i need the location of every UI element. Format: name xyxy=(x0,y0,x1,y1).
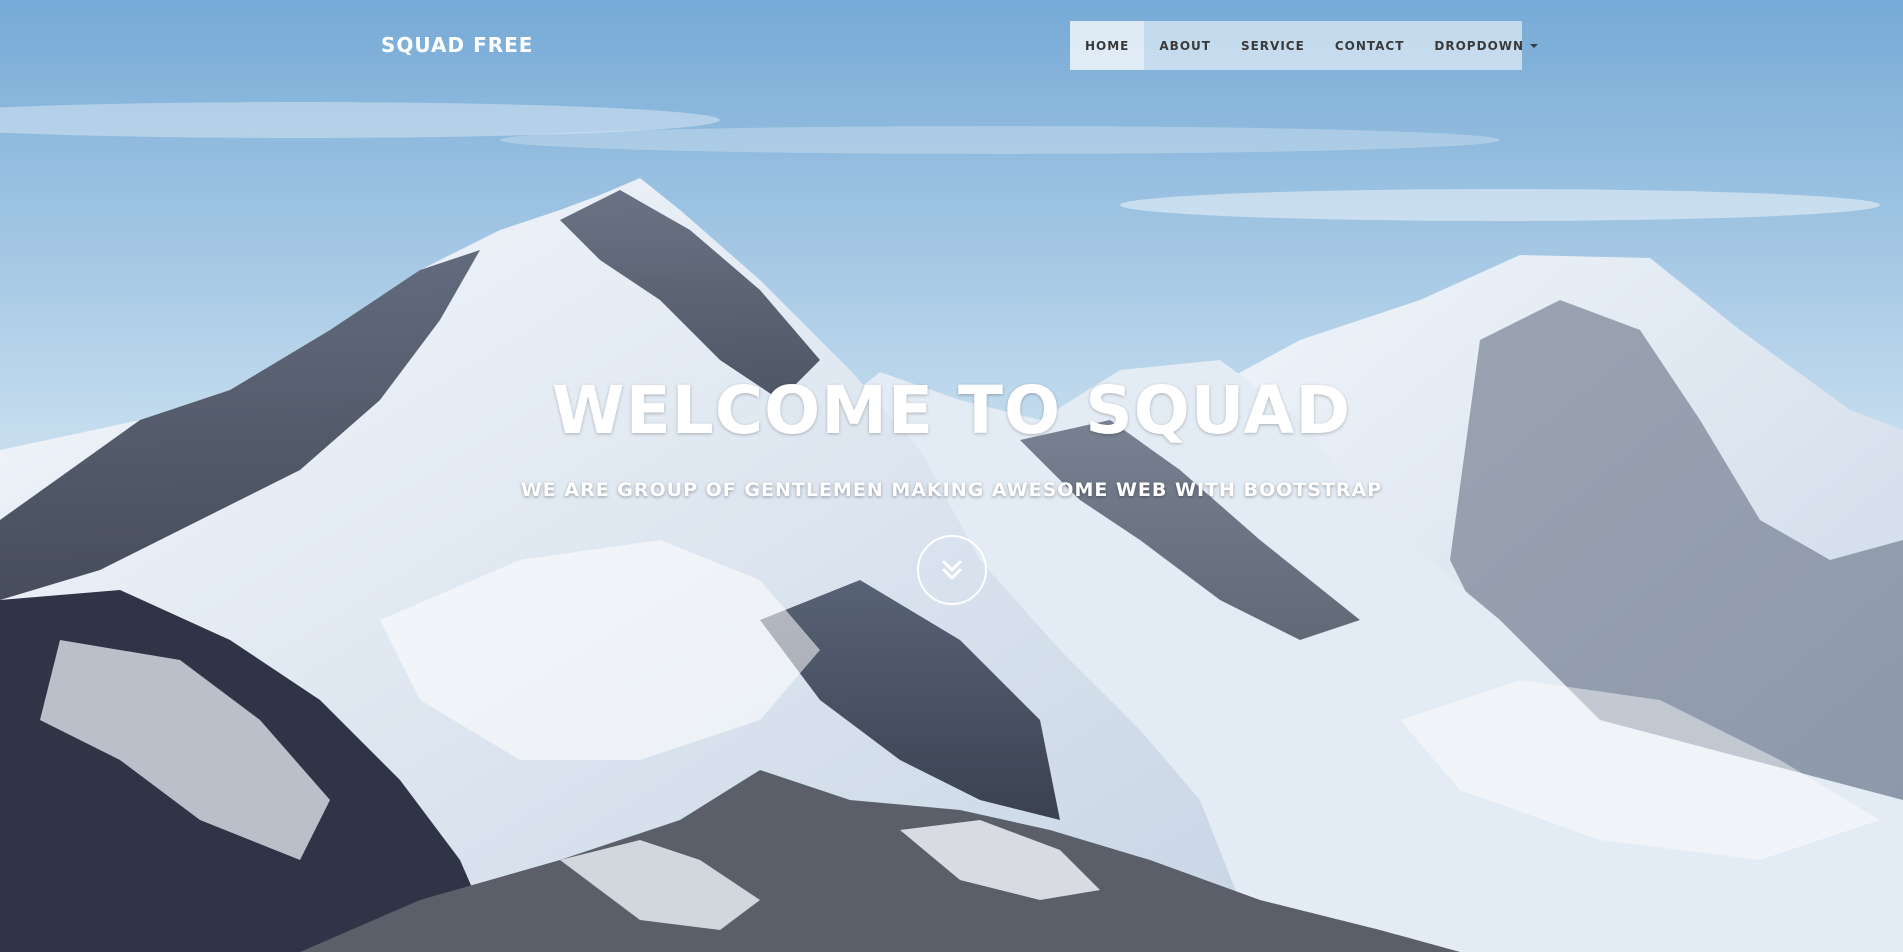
nav-menu: HOME ABOUT SERVICE CONTACT DROPDOWN xyxy=(1070,21,1539,70)
hero-section: SQUAD FREE HOME ABOUT SERVICE CONTACT DR… xyxy=(0,0,1903,952)
hero-heading: WELCOME TO SQUAD xyxy=(551,372,1352,449)
scroll-down-button[interactable] xyxy=(917,535,987,605)
caret-down-icon xyxy=(1530,43,1539,48)
brand-logo-link[interactable]: SQUAD FREE xyxy=(381,33,533,57)
nav-item-dropdown[interactable]: DROPDOWN xyxy=(1419,21,1553,70)
nav-item-contact[interactable]: CONTACT xyxy=(1320,21,1420,70)
nav-item-home[interactable]: HOME xyxy=(1070,21,1145,70)
nav-item-dropdown-label: DROPDOWN xyxy=(1434,38,1525,53)
double-chevron-down-icon xyxy=(942,560,962,580)
top-navbar: SQUAD FREE HOME ABOUT SERVICE CONTACT DR… xyxy=(0,0,1903,90)
nav-item-about[interactable]: ABOUT xyxy=(1144,21,1226,70)
intro-block: WELCOME TO SQUAD WE ARE GROUP OF GENTLEM… xyxy=(0,372,1903,501)
hero-subheading: WE ARE GROUP OF GENTLEMEN MAKING AWESOME… xyxy=(520,479,1383,501)
nav-item-service[interactable]: SERVICE xyxy=(1226,21,1320,70)
